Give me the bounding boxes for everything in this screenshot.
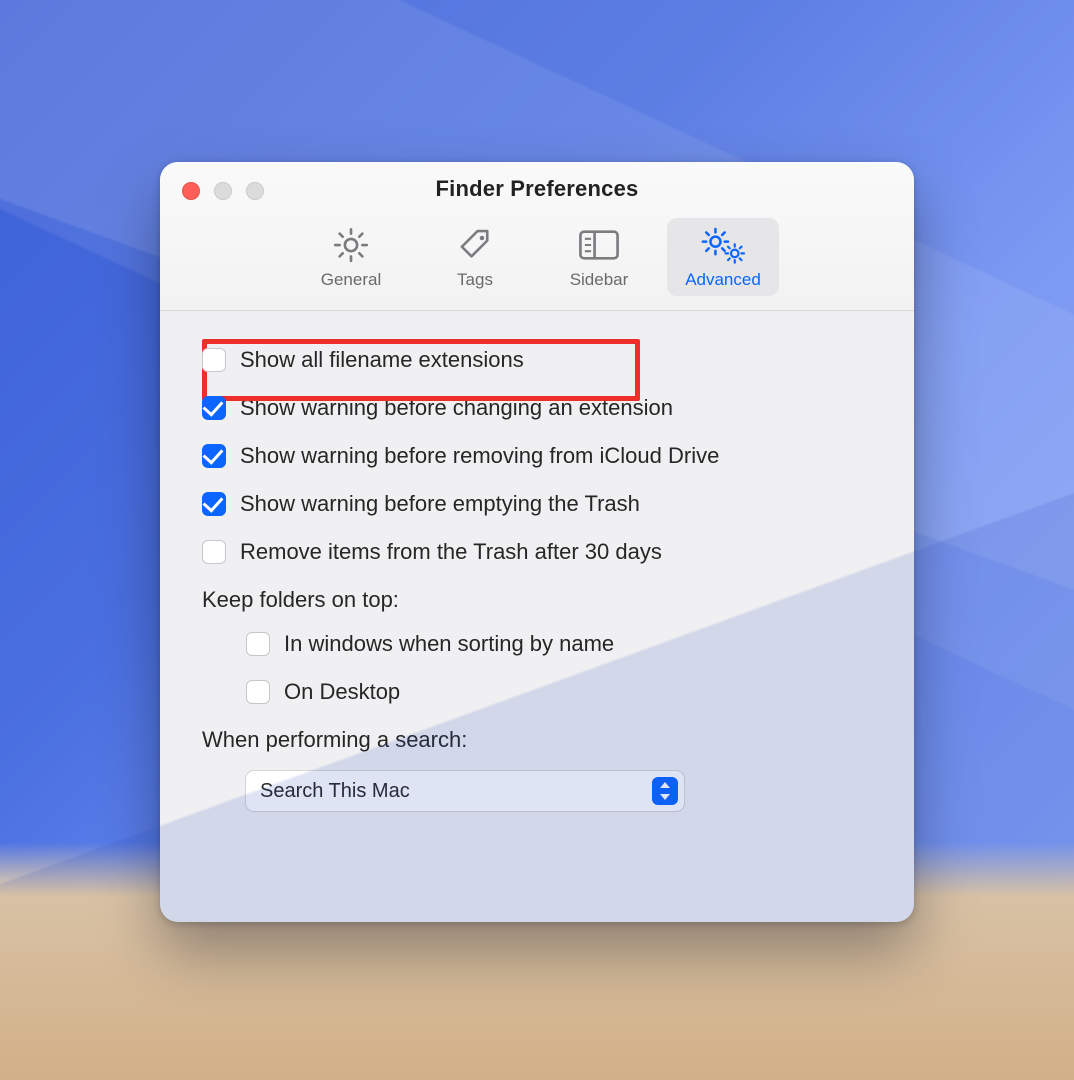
search-scope-select[interactable]: Search This Mac: [246, 771, 684, 811]
checkbox[interactable]: [246, 632, 270, 656]
checkbox[interactable]: [202, 444, 226, 468]
option-label: In windows when sorting by name: [284, 631, 614, 657]
option-label: Show all filename extensions: [240, 347, 524, 373]
option-warn-change-extension[interactable]: Show warning before changing an extensio…: [202, 395, 872, 421]
window-titlebar: Finder Preferences General: [160, 162, 914, 311]
option-label: Show warning before changing an extensio…: [240, 395, 673, 421]
tab-label: Advanced: [685, 270, 761, 290]
option-warn-icloud-remove[interactable]: Show warning before removing from iCloud…: [202, 443, 872, 469]
checkbox[interactable]: [202, 396, 226, 420]
gear-icon: [330, 224, 372, 266]
checkbox[interactable]: [202, 540, 226, 564]
preferences-content: Show all filename extensions Show warnin…: [160, 311, 914, 922]
option-label: On Desktop: [284, 679, 400, 705]
finder-preferences-window: Finder Preferences General: [160, 162, 914, 922]
tab-label: Sidebar: [570, 270, 629, 290]
search-heading: When performing a search:: [202, 727, 872, 753]
option-label: Show warning before removing from iCloud…: [240, 443, 719, 469]
sidebar-icon: [576, 224, 622, 266]
checkbox[interactable]: [202, 492, 226, 516]
checkbox[interactable]: [202, 348, 226, 372]
option-warn-empty-trash[interactable]: Show warning before emptying the Trash: [202, 491, 872, 517]
option-label: Show warning before emptying the Trash: [240, 491, 640, 517]
gears-icon: [697, 224, 749, 266]
checkbox[interactable]: [246, 680, 270, 704]
folders-on-top-heading: Keep folders on top:: [202, 587, 872, 613]
tab-label: Tags: [457, 270, 493, 290]
window-title: Finder Preferences: [160, 176, 914, 202]
tab-general[interactable]: General: [295, 218, 407, 296]
tab-advanced[interactable]: Advanced: [667, 218, 779, 296]
option-label: Remove items from the Trash after 30 day…: [240, 539, 662, 565]
option-folders-top-windows[interactable]: In windows when sorting by name: [202, 631, 872, 657]
option-show-extensions[interactable]: Show all filename extensions: [202, 347, 872, 373]
updown-stepper-icon: [652, 777, 678, 805]
select-value: Search This Mac: [260, 780, 410, 803]
option-auto-empty-trash[interactable]: Remove items from the Trash after 30 day…: [202, 539, 872, 565]
option-folders-top-desktop[interactable]: On Desktop: [202, 679, 872, 705]
preferences-tabs: General Tags: [160, 218, 914, 302]
tab-sidebar[interactable]: Sidebar: [543, 218, 655, 296]
tab-label: General: [321, 270, 381, 290]
desktop-background: Finder Preferences General: [0, 0, 1074, 1080]
tab-tags[interactable]: Tags: [419, 218, 531, 296]
tag-icon: [454, 224, 496, 266]
